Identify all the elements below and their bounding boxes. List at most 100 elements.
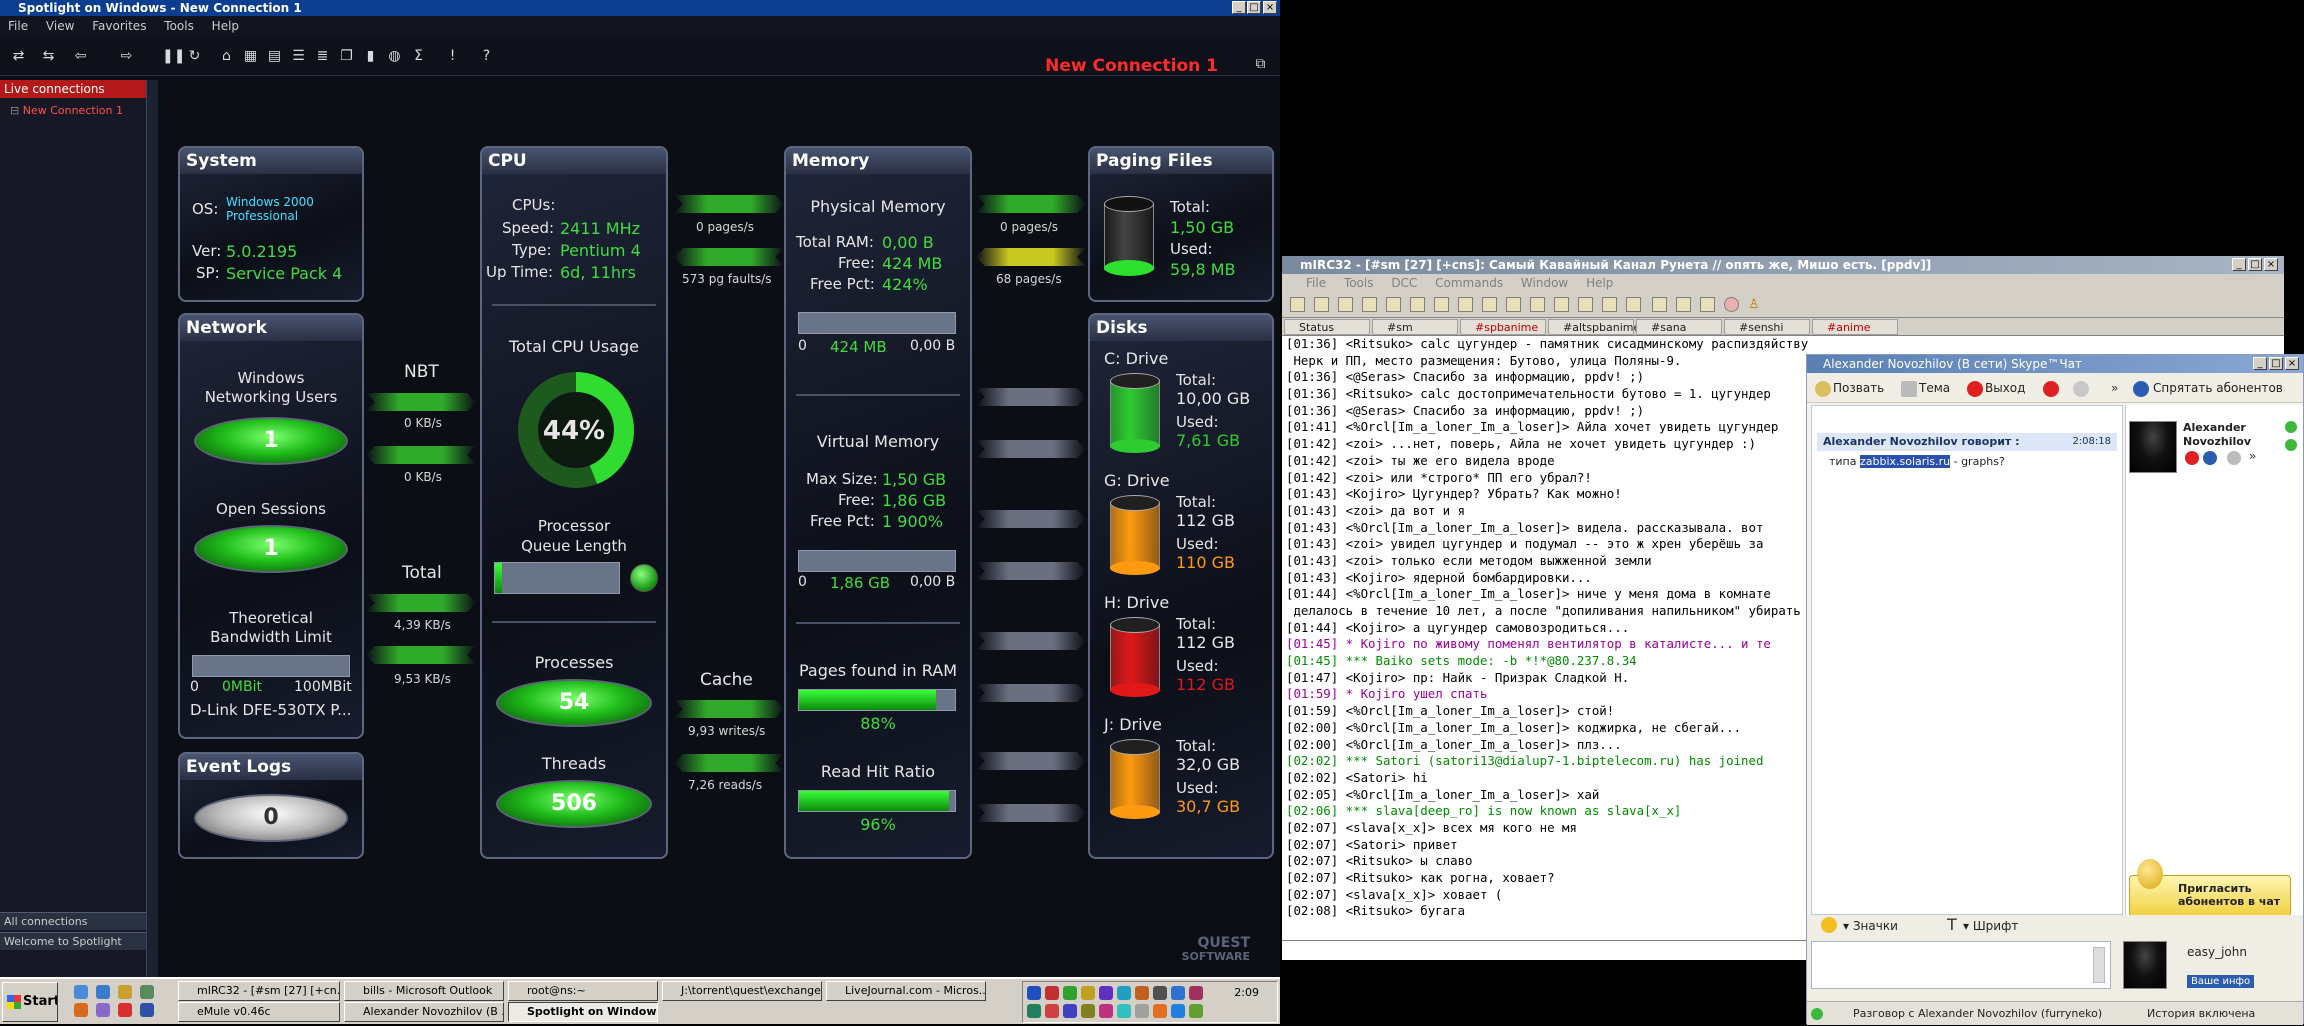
menu-help[interactable]: Help: [212, 19, 239, 33]
emoticons-button[interactable]: ▾ Значки: [1843, 919, 1898, 933]
hide-contacts-button[interactable]: Спрятать абонентов: [2153, 381, 2283, 395]
ql-save-icon[interactable]: [140, 1003, 154, 1017]
mirc-menu-file[interactable]: File: [1306, 276, 1326, 290]
tray-app-icon[interactable]: [1189, 1004, 1203, 1018]
contact-text-icon[interactable]: [2203, 451, 2217, 465]
call-button[interactable]: Позвать: [1833, 381, 1884, 395]
tray-app-icon[interactable]: [1117, 1004, 1131, 1018]
event-logs-indicator[interactable]: 0: [194, 794, 348, 842]
skype-maximize-button[interactable]: □: [2269, 357, 2283, 370]
sum-icon[interactable]: Σ: [410, 48, 427, 65]
windows-icon[interactable]: ❐: [338, 48, 355, 65]
home-icon[interactable]: ⌂: [218, 48, 235, 65]
menu-view[interactable]: View: [46, 19, 74, 33]
mirc-tile-icon[interactable]: [1652, 297, 1667, 312]
tray-app-icon[interactable]: [1189, 986, 1203, 1000]
disk-item[interactable]: C: Drive Total: 10,00 GB Used: 7,61 GB: [1090, 349, 1272, 467]
contact-block-icon[interactable]: [2227, 451, 2241, 465]
input-scrollbar[interactable]: [2093, 947, 2105, 983]
font-icon[interactable]: T: [1947, 915, 1957, 934]
tab-senshi[interactable]: #senshi: [1724, 319, 1810, 335]
call-icon[interactable]: [1815, 381, 1831, 397]
disk-item[interactable]: J: Drive Total: 32,0 GB Used: 30,7 GB: [1090, 715, 1272, 833]
globe-icon[interactable]: ◍: [386, 48, 403, 65]
mirc-arrange-icon[interactable]: [1700, 297, 1715, 312]
cpu-panel[interactable]: CPU CPUs: Speed: 2411 MHz Type: Pentium …: [480, 146, 668, 859]
status-online-icon[interactable]: [1811, 1008, 1823, 1020]
self-info-button[interactable]: Ваше инфо: [2187, 975, 2255, 988]
tray-app-icon[interactable]: [1045, 1004, 1059, 1018]
mirc-minimize-button[interactable]: _: [2232, 258, 2246, 271]
mirc-log-icon[interactable]: [1602, 297, 1617, 312]
contact-avatar[interactable]: [2129, 421, 2177, 473]
start-button[interactable]: Start: [2, 982, 58, 1022]
sessions-indicator[interactable]: 1: [194, 525, 348, 573]
chart-icon[interactable]: ▮: [362, 48, 379, 65]
tray-app-icon[interactable]: [1081, 986, 1095, 1000]
tray-app-icon[interactable]: [1099, 1004, 1113, 1018]
task-mirc[interactable]: mIRC32 - [#sm [27] [+cn...: [178, 981, 340, 1001]
tray-app-icon[interactable]: [1027, 1004, 1041, 1018]
topic-icon[interactable]: [1901, 381, 1917, 397]
mirc-maximize-button[interactable]: □: [2248, 258, 2262, 271]
hide-contacts-icon[interactable]: [2133, 381, 2149, 397]
mirc-cascade-icon[interactable]: [1676, 297, 1691, 312]
processes-indicator[interactable]: 54: [496, 679, 652, 727]
mirc-channels-icon[interactable]: [1362, 297, 1377, 312]
menu-favorites[interactable]: Favorites: [92, 19, 146, 33]
mirc-list-icon[interactable]: [1410, 297, 1425, 312]
mirc-script-icon[interactable]: [1626, 297, 1641, 312]
task-skype[interactable]: Alexander Novozhilov (В ...: [344, 1002, 504, 1022]
system-panel[interactable]: System OS: Windows 2000 Professional Ver…: [178, 146, 364, 302]
ql-desktop-icon[interactable]: [74, 985, 88, 999]
tab-altspbanime[interactable]: #altspbanime: [1548, 319, 1640, 335]
disk-item[interactable]: G: Drive Total: 112 GB Used: 110 GB: [1090, 471, 1272, 589]
list-icon[interactable]: ☰: [290, 48, 307, 65]
mirc-menu-dcc[interactable]: DCC: [1391, 276, 1417, 290]
splitter-bar[interactable]: [146, 80, 158, 977]
mirc-send-icon[interactable]: [1554, 297, 1569, 312]
nav-item-connection[interactable]: ⊟ New Connection 1: [10, 104, 123, 117]
memory-panel[interactable]: Memory Physical Memory Total RAM: 0,00 B…: [784, 146, 972, 859]
mirc-close-button[interactable]: ×: [2264, 258, 2278, 271]
event-logs-panel[interactable]: Event Logs 0: [178, 752, 364, 859]
exit-icon[interactable]: [1967, 381, 1983, 397]
tray-app-icon[interactable]: [1171, 986, 1185, 1000]
tray-app-icon[interactable]: [1063, 986, 1077, 1000]
tray-app-icon[interactable]: [1153, 1004, 1167, 1018]
tab-sana[interactable]: #sana: [1636, 319, 1722, 335]
ql-app-icon[interactable]: [140, 985, 154, 999]
tray-app-icon[interactable]: [1027, 986, 1041, 1000]
mirc-options-icon[interactable]: [1314, 297, 1329, 312]
skype-minimize-button[interactable]: _: [2253, 357, 2267, 370]
back-icon[interactable]: ⇦: [72, 48, 89, 65]
add-contact-icon[interactable]: [2285, 439, 2297, 451]
tab-status[interactable]: Status: [1284, 319, 1370, 335]
menu-file[interactable]: File: [8, 19, 28, 33]
menu-tools[interactable]: Tools: [164, 19, 194, 33]
mirc-menu-tools[interactable]: Tools: [1344, 276, 1374, 290]
layout-icon[interactable]: ⧉: [1252, 56, 1269, 73]
message-link[interactable]: zabbix.solaris.ru: [1860, 455, 1951, 468]
mirc-menu-window[interactable]: Window: [1521, 276, 1568, 290]
task-spotlight[interactable]: Spotlight on Windows ...: [508, 1002, 658, 1022]
mirc-about-icon[interactable]: ♙: [1748, 297, 1763, 312]
mirc-colors-icon[interactable]: [1530, 297, 1545, 312]
mirc-notify-icon[interactable]: [1482, 297, 1497, 312]
tray-app-icon[interactable]: [1099, 986, 1113, 1000]
maximize-button[interactable]: □: [1247, 1, 1261, 14]
nav-welcome[interactable]: Welcome to Spotlight: [0, 932, 146, 950]
font-button[interactable]: ▾ Шрифт: [1963, 919, 2018, 933]
mirc-menu-help[interactable]: Help: [1586, 276, 1613, 290]
refresh-icon[interactable]: ↻: [186, 48, 203, 65]
mirc-address-icon[interactable]: [1458, 297, 1473, 312]
more-chevron-icon[interactable]: »: [2111, 381, 2118, 395]
tray-app-icon[interactable]: [1135, 1004, 1149, 1018]
disconnect-icon[interactable]: ⇆: [40, 48, 57, 65]
table-icon[interactable]: ▤: [266, 48, 283, 65]
task-outlook[interactable]: bills - Microsoft Outlook: [344, 981, 504, 1001]
mirc-timer-icon[interactable]: [1506, 297, 1521, 312]
ql-player-icon[interactable]: [118, 1003, 132, 1017]
block-icon[interactable]: [2073, 381, 2089, 397]
contact-more-icon[interactable]: »: [2249, 449, 2256, 463]
